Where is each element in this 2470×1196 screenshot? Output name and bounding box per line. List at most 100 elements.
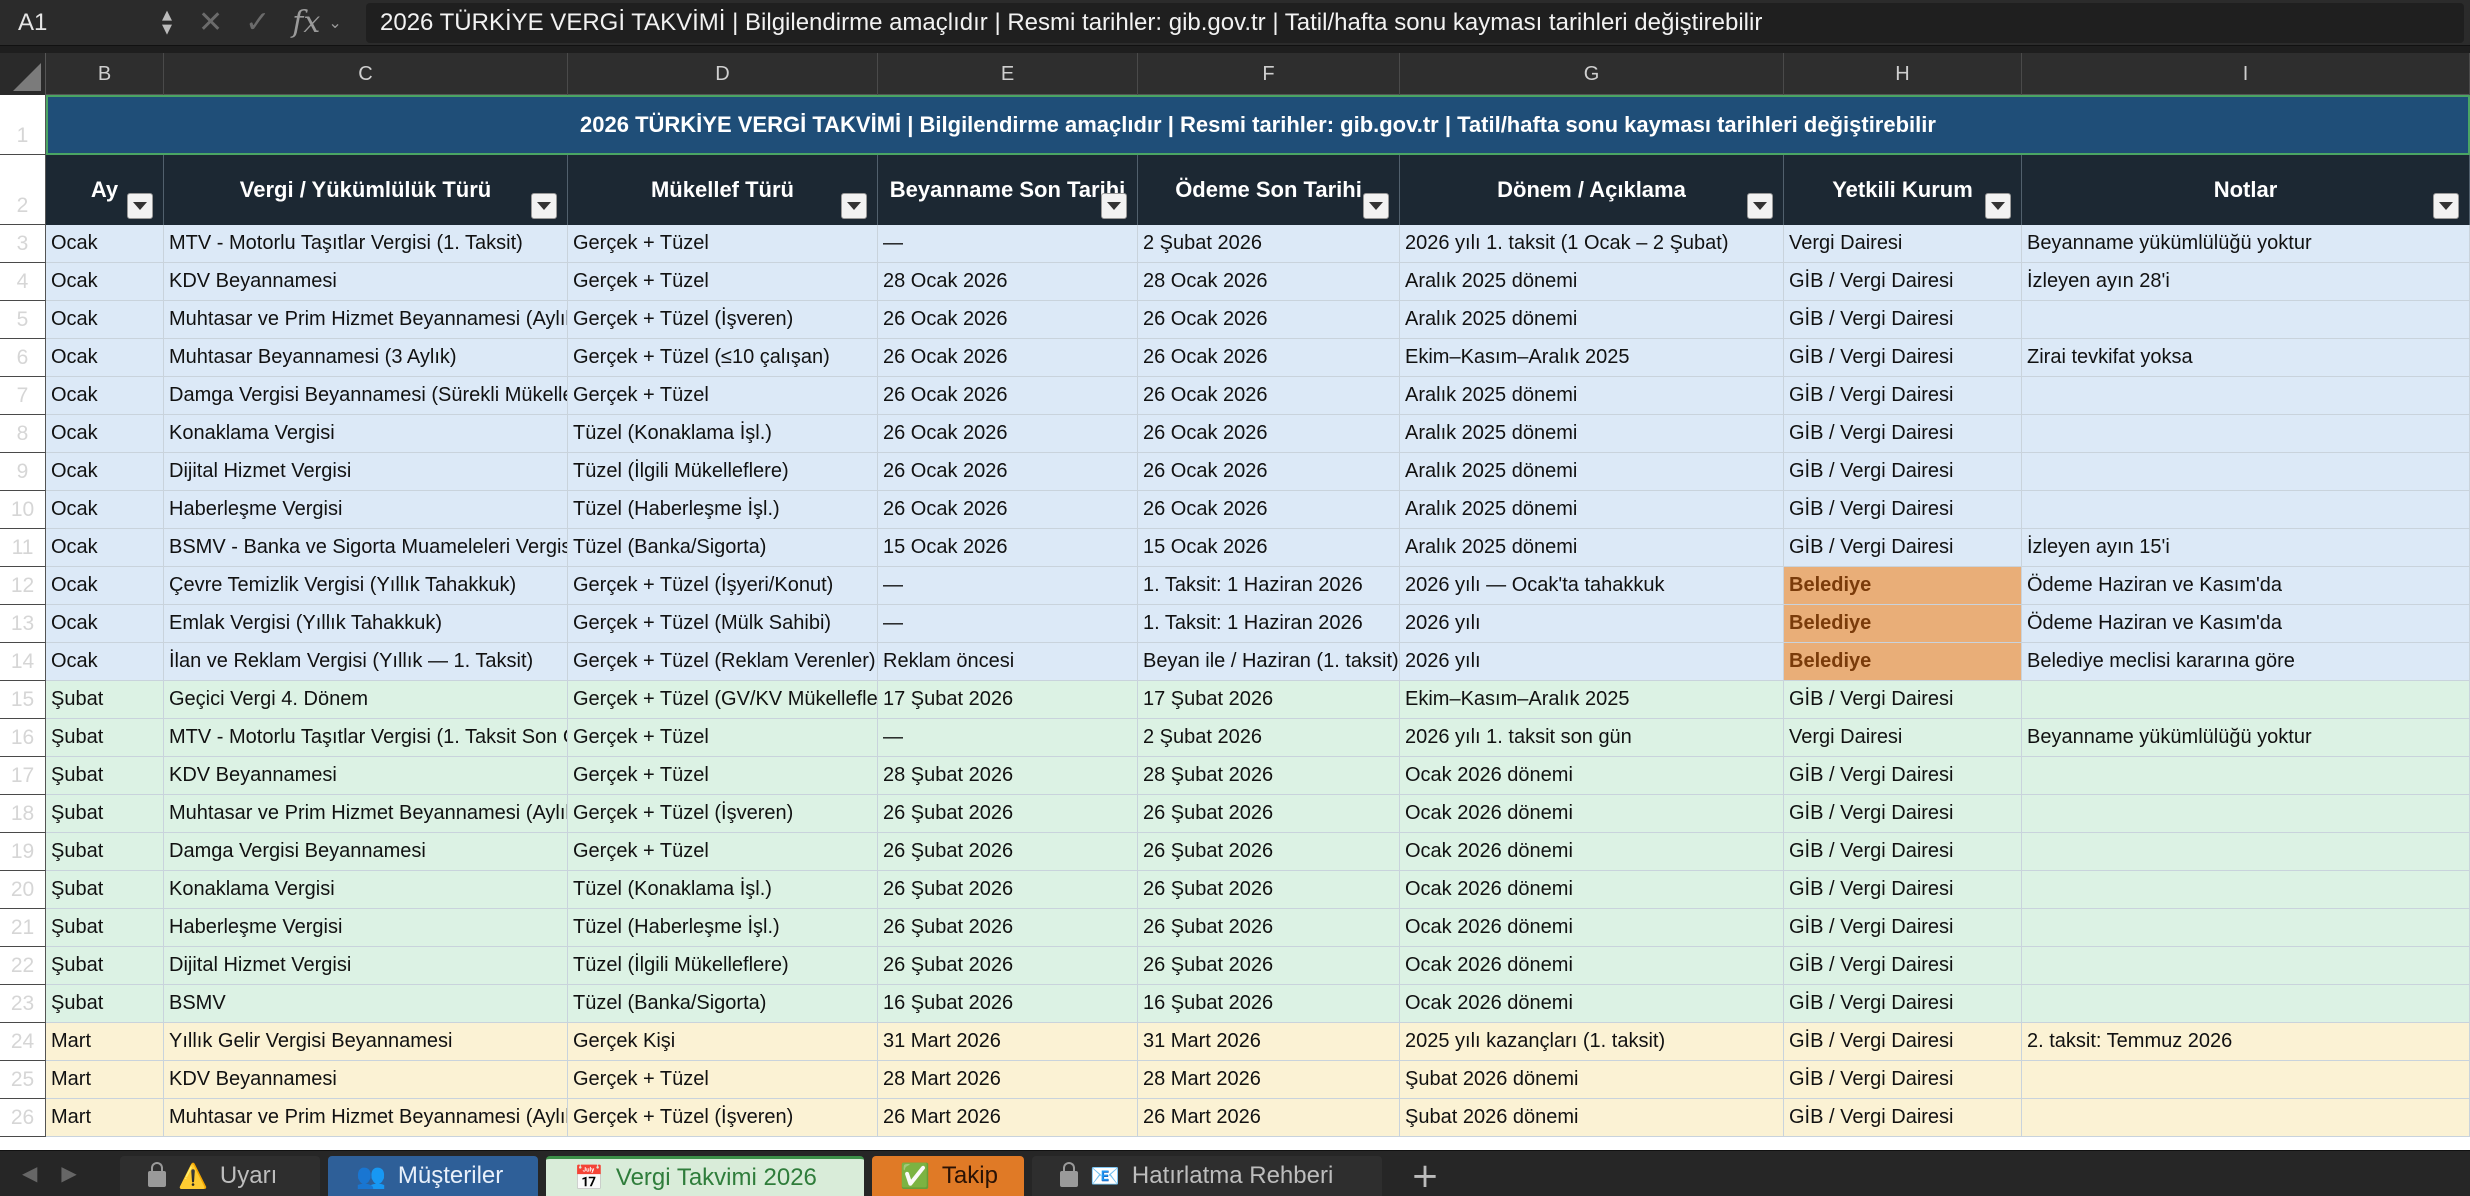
table-cell[interactable]: Ocak (46, 263, 164, 301)
table-cell[interactable]: 31 Mart 2026 (1138, 1023, 1400, 1061)
table-cell[interactable]: 26 Şubat 2026 (1138, 833, 1400, 871)
table-cell[interactable] (2022, 491, 2470, 529)
table-cell[interactable]: Tüzel (Konaklama İşl.) (568, 415, 878, 453)
table-cell[interactable]: GİB / Vergi Dairesi (1784, 681, 2022, 719)
table-cell[interactable]: Şubat (46, 795, 164, 833)
table-cell[interactable]: GİB / Vergi Dairesi (1784, 909, 2022, 947)
table-cell[interactable]: 28 Ocak 2026 (1138, 263, 1400, 301)
table-cell[interactable]: 26 Ocak 2026 (878, 491, 1138, 529)
table-cell[interactable]: 17 Şubat 2026 (878, 681, 1138, 719)
filter-dropdown-icon[interactable] (841, 193, 867, 219)
table-cell[interactable]: Şubat (46, 757, 164, 795)
table-cell[interactable]: Vergi Dairesi (1784, 719, 2022, 757)
table-cell[interactable]: — (878, 225, 1138, 263)
table-cell[interactable]: Gerçek + Tüzel (568, 719, 878, 757)
filter-dropdown-icon[interactable] (1363, 193, 1389, 219)
row-header[interactable]: 22 (0, 947, 46, 985)
column-header-i[interactable]: I (2022, 53, 2470, 95)
table-cell[interactable]: Dijital Hizmet Vergisi (164, 453, 568, 491)
table-cell[interactable]: Gerçek + Tüzel (GV/KV Mükellefleri) (568, 681, 878, 719)
row-header[interactable]: 9 (0, 453, 46, 491)
table-cell[interactable]: Ekim–Kasım–Aralık 2025 (1400, 681, 1784, 719)
add-sheet-icon[interactable]: + (1390, 1156, 1460, 1196)
scroll-right-icon[interactable]: ▶ (61, 1161, 76, 1185)
row-header[interactable]: 24 (0, 1023, 46, 1061)
table-cell[interactable]: Aralık 2025 dönemi (1400, 491, 1784, 529)
table-cell[interactable]: İzleyen ayın 28'i (2022, 263, 2470, 301)
table-cell[interactable]: GİB / Vergi Dairesi (1784, 377, 2022, 415)
table-cell[interactable]: Ocak (46, 453, 164, 491)
sheet-tab-vergi[interactable]: 📅 Vergi Takvimi 2026 (546, 1156, 864, 1196)
table-cell[interactable] (2022, 453, 2470, 491)
table-cell[interactable]: Ocak 2026 dönemi (1400, 757, 1784, 795)
table-cell[interactable]: Gerçek + Tüzel (568, 757, 878, 795)
sheet-tab-takip[interactable]: ✅ Takip (872, 1156, 1024, 1196)
table-cell[interactable] (2022, 1099, 2470, 1137)
table-cell[interactable]: Belediye (1784, 605, 2022, 643)
row-header[interactable]: 20 (0, 871, 46, 909)
table-cell[interactable]: Tüzel (Haberleşme İşl.) (568, 491, 878, 529)
table-cell[interactable]: Şubat (46, 833, 164, 871)
table-cell[interactable] (2022, 871, 2470, 909)
table-cell[interactable]: Şubat (46, 909, 164, 947)
table-cell[interactable]: Aralık 2025 dönemi (1400, 301, 1784, 339)
table-cell[interactable]: Ocak (46, 339, 164, 377)
table-cell[interactable]: GİB / Vergi Dairesi (1784, 453, 2022, 491)
table-cell[interactable]: Ocak (46, 529, 164, 567)
table-cell[interactable]: 28 Mart 2026 (1138, 1061, 1400, 1099)
row-header[interactable]: 21 (0, 909, 46, 947)
filter-dropdown-icon[interactable] (1985, 193, 2011, 219)
table-cell[interactable]: 26 Ocak 2026 (1138, 377, 1400, 415)
table-cell[interactable]: Gerçek + Tüzel (İşveren) (568, 1099, 878, 1137)
table-cell[interactable]: Aralık 2025 dönemi (1400, 263, 1784, 301)
table-cell[interactable]: MTV - Motorlu Taşıtlar Vergisi (1. Taksi… (164, 225, 568, 263)
table-cell[interactable]: KDV Beyannamesi (164, 757, 568, 795)
column-title[interactable]: Ay (46, 155, 164, 225)
table-cell[interactable]: 26 Ocak 2026 (1138, 491, 1400, 529)
table-cell[interactable]: 1. Taksit: 1 Haziran 2026 (1138, 605, 1400, 643)
table-cell[interactable]: Ocak (46, 377, 164, 415)
table-cell[interactable] (2022, 909, 2470, 947)
table-cell[interactable]: Gerçek + Tüzel (≤10 çalışan) (568, 339, 878, 377)
table-cell[interactable]: Reklam öncesi (878, 643, 1138, 681)
table-cell[interactable]: 26 Ocak 2026 (1138, 415, 1400, 453)
table-cell[interactable]: GİB / Vergi Dairesi (1784, 757, 2022, 795)
column-title[interactable]: Mükellef Türü (568, 155, 878, 225)
table-cell[interactable]: 15 Ocak 2026 (878, 529, 1138, 567)
table-cell[interactable]: Ocak 2026 dönemi (1400, 947, 1784, 985)
table-cell[interactable]: Ödeme Haziran ve Kasım'da (2022, 605, 2470, 643)
table-cell[interactable]: — (878, 567, 1138, 605)
table-cell[interactable]: BSMV - Banka ve Sigorta Muameleleri Verg… (164, 529, 568, 567)
column-header-d[interactable]: D (568, 53, 878, 95)
table-cell[interactable]: 26 Ocak 2026 (878, 301, 1138, 339)
table-cell[interactable]: Gerçek + Tüzel (İşyeri/Konut) (568, 567, 878, 605)
column-title[interactable]: Yetkili Kurum (1784, 155, 2022, 225)
table-cell[interactable]: — (878, 719, 1138, 757)
table-cell[interactable]: 26 Ocak 2026 (1138, 453, 1400, 491)
table-cell[interactable]: Ocak 2026 dönemi (1400, 795, 1784, 833)
table-cell[interactable]: Tüzel (Konaklama İşl.) (568, 871, 878, 909)
table-cell[interactable] (2022, 415, 2470, 453)
table-cell[interactable]: 2 Şubat 2026 (1138, 719, 1400, 757)
table-cell[interactable]: 2026 yılı 1. taksit (1 Ocak – 2 Şubat) (1400, 225, 1784, 263)
filter-dropdown-icon[interactable] (2433, 193, 2459, 219)
table-cell[interactable]: Vergi Dairesi (1784, 225, 2022, 263)
table-cell[interactable]: Gerçek + Tüzel (İşveren) (568, 301, 878, 339)
table-cell[interactable]: Ocak 2026 dönemi (1400, 909, 1784, 947)
table-cell[interactable]: Muhtasar Beyannamesi (3 Aylık) (164, 339, 568, 377)
table-cell[interactable]: 2026 yılı (1400, 605, 1784, 643)
table-cell[interactable]: 28 Şubat 2026 (878, 757, 1138, 795)
row-header[interactable]: 6 (0, 339, 46, 377)
table-cell[interactable]: Belediye (1784, 643, 2022, 681)
table-cell[interactable]: Ekim–Kasım–Aralık 2025 (1400, 339, 1784, 377)
column-title[interactable]: Vergi / Yükümlülük Türü (164, 155, 568, 225)
table-cell[interactable]: Gerçek + Tüzel (İşveren) (568, 795, 878, 833)
table-cell[interactable]: 26 Şubat 2026 (878, 795, 1138, 833)
table-cell[interactable]: 26 Şubat 2026 (1138, 795, 1400, 833)
scroll-left-icon[interactable]: ◀ (22, 1161, 37, 1185)
sheet-tab-uyari[interactable]: ⚠️ Uyarı (120, 1156, 320, 1196)
table-cell[interactable]: Şubat 2026 dönemi (1400, 1061, 1784, 1099)
table-cell[interactable]: Belediye (1784, 567, 2022, 605)
table-cell[interactable]: Ocak 2026 dönemi (1400, 985, 1784, 1023)
table-cell[interactable]: Haberleşme Vergisi (164, 491, 568, 529)
